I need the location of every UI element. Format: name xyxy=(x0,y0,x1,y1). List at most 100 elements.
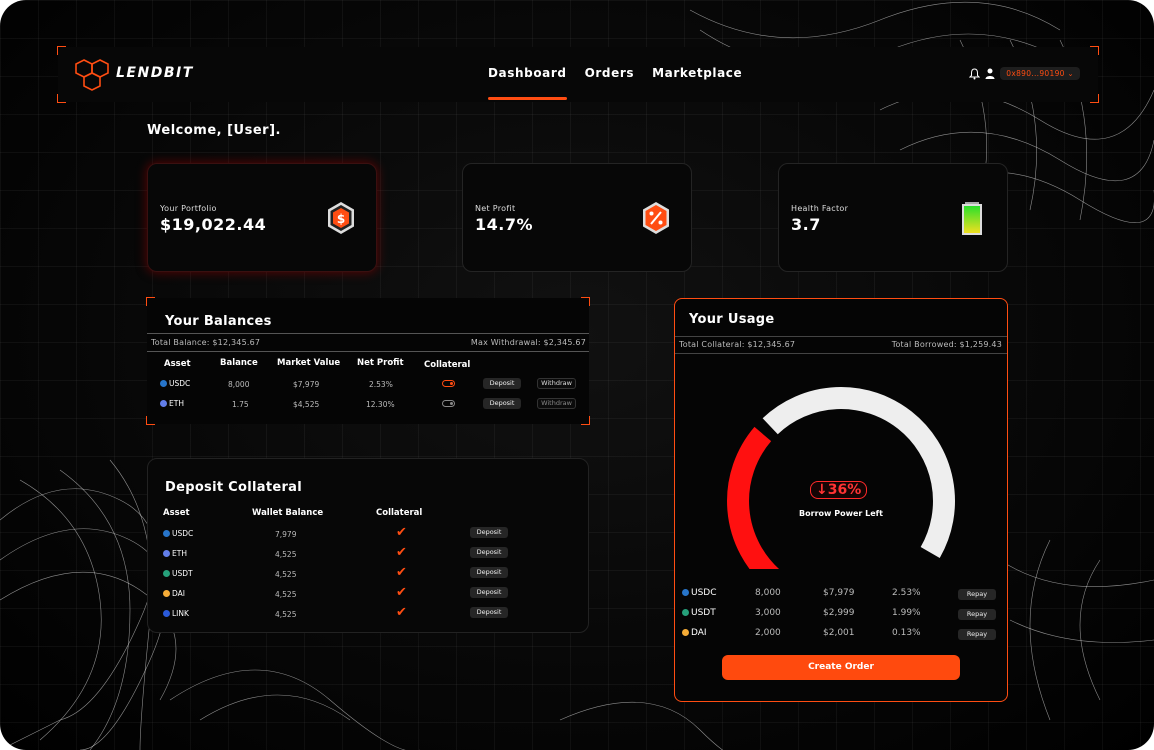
asset-cell: ETH xyxy=(160,399,184,408)
value-cell: $7,979 xyxy=(823,588,855,598)
deposit-title: Deposit Collateral xyxy=(165,480,303,495)
deposit-collateral-panel: Deposit Collateral Asset Wallet Balance … xyxy=(147,458,589,633)
wallet-balance-cell: 4,525 xyxy=(275,610,297,619)
deposit-button[interactable]: Deposit xyxy=(483,398,521,409)
usdt-icon xyxy=(163,570,170,577)
rate-cell: 0.13% xyxy=(892,628,921,638)
check-icon[interactable]: ✔ xyxy=(396,545,407,560)
usage-title: Your Usage xyxy=(689,312,775,327)
asset-name: DAI xyxy=(691,628,707,638)
health-factor-label: Health Factor xyxy=(791,204,849,213)
divider xyxy=(675,336,1007,337)
asset-name: USDT xyxy=(691,608,716,618)
check-icon[interactable]: ✔ xyxy=(396,525,407,540)
wallet-balance-cell: 4,525 xyxy=(275,570,297,579)
total-balance: Total Balance: $12,345.67 xyxy=(151,338,261,347)
net-profit-label: Net Profit xyxy=(475,204,516,213)
corner-accent xyxy=(581,416,590,425)
brand-name[interactable]: LENDBIT xyxy=(116,65,194,81)
col-asset: Asset xyxy=(163,508,190,518)
total-borrowed: Total Borrowed: $1,259.43 xyxy=(891,340,1002,349)
tab-orders[interactable]: Orders xyxy=(585,66,635,80)
amount-cell: 3,000 xyxy=(755,608,781,618)
col-balance: Balance xyxy=(220,358,258,368)
usage-panel: Your Usage Total Collateral: $12,345.67 … xyxy=(674,298,1008,702)
check-icon[interactable]: ✔ xyxy=(396,565,407,580)
tab-marketplace[interactable]: Marketplace xyxy=(652,66,742,80)
wallet-balance-cell: 7,979 xyxy=(275,530,297,539)
percent-hex-icon xyxy=(643,202,669,234)
withdraw-button[interactable]: Withdraw xyxy=(537,378,576,389)
top-nav: LENDBIT Dashboard Orders Marketplace 0x8… xyxy=(57,46,1099,103)
user-icon[interactable] xyxy=(985,68,995,79)
corner-accent xyxy=(57,46,66,55)
borrow-power-label: Borrow Power Left xyxy=(799,509,883,518)
deposit-button[interactable]: Deposit xyxy=(470,567,508,578)
wallet-address-button[interactable]: 0x890...90190 ⌄ xyxy=(1000,67,1080,80)
net-profit-card: Net Profit 14.7% xyxy=(462,163,692,272)
check-icon[interactable]: ✔ xyxy=(396,605,407,620)
bell-icon[interactable] xyxy=(969,67,981,80)
dollar-hex-icon: $ xyxy=(328,202,354,234)
col-net-profit: Net Profit xyxy=(357,358,404,368)
eth-icon xyxy=(160,400,167,407)
create-order-button[interactable]: Create Order xyxy=(722,655,960,680)
asset-cell: USDT xyxy=(682,608,716,618)
logo-icon[interactable] xyxy=(74,58,110,92)
balance-cell: 1.75 xyxy=(232,400,249,409)
usdc-icon xyxy=(682,589,689,596)
divider xyxy=(147,333,589,334)
deposit-button[interactable]: Deposit xyxy=(483,378,521,389)
asset-name: ETH xyxy=(169,399,184,408)
asset-cell: USDT xyxy=(163,569,193,578)
link-icon xyxy=(163,610,170,617)
dai-icon xyxy=(682,629,689,636)
collateral-toggle[interactable] xyxy=(442,380,455,387)
repay-button[interactable]: Repay xyxy=(958,609,996,620)
tab-dashboard[interactable]: Dashboard xyxy=(488,66,567,100)
battery-icon xyxy=(962,202,982,235)
app-frame: LENDBIT Dashboard Orders Marketplace 0x8… xyxy=(0,0,1154,750)
health-factor-value: 3.7 xyxy=(791,215,821,234)
asset-name: DAI xyxy=(172,589,185,598)
amount-cell: 2,000 xyxy=(755,628,781,638)
divider xyxy=(147,351,589,352)
corner-accent xyxy=(146,297,155,306)
withdraw-button[interactable]: Withdraw xyxy=(537,398,576,409)
asset-cell: USDC xyxy=(160,379,190,388)
check-icon[interactable]: ✔ xyxy=(396,585,407,600)
rate-cell: 2.53% xyxy=(892,588,921,598)
col-wallet-balance: Wallet Balance xyxy=(252,508,324,518)
balance-cell: 8,000 xyxy=(228,380,250,389)
dai-icon xyxy=(163,590,170,597)
deposit-button[interactable]: Deposit xyxy=(470,587,508,598)
asset-name: USDC xyxy=(169,379,191,388)
col-asset: Asset xyxy=(164,359,191,369)
asset-name: LINK xyxy=(172,609,189,618)
deposit-button[interactable]: Deposit xyxy=(470,547,508,558)
portfolio-label: Your Portfolio xyxy=(160,204,217,213)
repay-button[interactable]: Repay xyxy=(958,629,996,640)
max-withdrawal: Max Withdrawal: $2,345.67 xyxy=(470,338,586,347)
corner-accent xyxy=(146,416,155,425)
usdc-icon xyxy=(163,530,170,537)
col-collateral: Collateral xyxy=(424,360,471,370)
gauge-remaining-arc xyxy=(762,387,955,558)
rate-cell: 1.99% xyxy=(892,608,921,618)
nav-tabs: Dashboard Orders Marketplace xyxy=(488,66,742,100)
asset-name: USDC xyxy=(172,529,194,538)
corner-accent xyxy=(581,297,590,306)
asset-cell: DAI xyxy=(682,628,707,638)
balances-panel: Your Balances Total Balance: $12,345.67 … xyxy=(146,297,590,425)
balances-title: Your Balances xyxy=(165,314,272,329)
corner-accent xyxy=(1090,46,1099,55)
collateral-toggle[interactable] xyxy=(442,400,455,407)
deposit-button[interactable]: Deposit xyxy=(470,607,508,618)
deposit-button[interactable]: Deposit xyxy=(470,527,508,538)
welcome-heading: Welcome, [User]. xyxy=(147,123,281,138)
repay-button[interactable]: Repay xyxy=(958,589,996,600)
usdc-icon xyxy=(160,380,167,387)
eth-icon xyxy=(163,550,170,557)
asset-cell: DAI xyxy=(163,589,185,598)
borrow-change-badge: ↓36% xyxy=(810,481,868,499)
